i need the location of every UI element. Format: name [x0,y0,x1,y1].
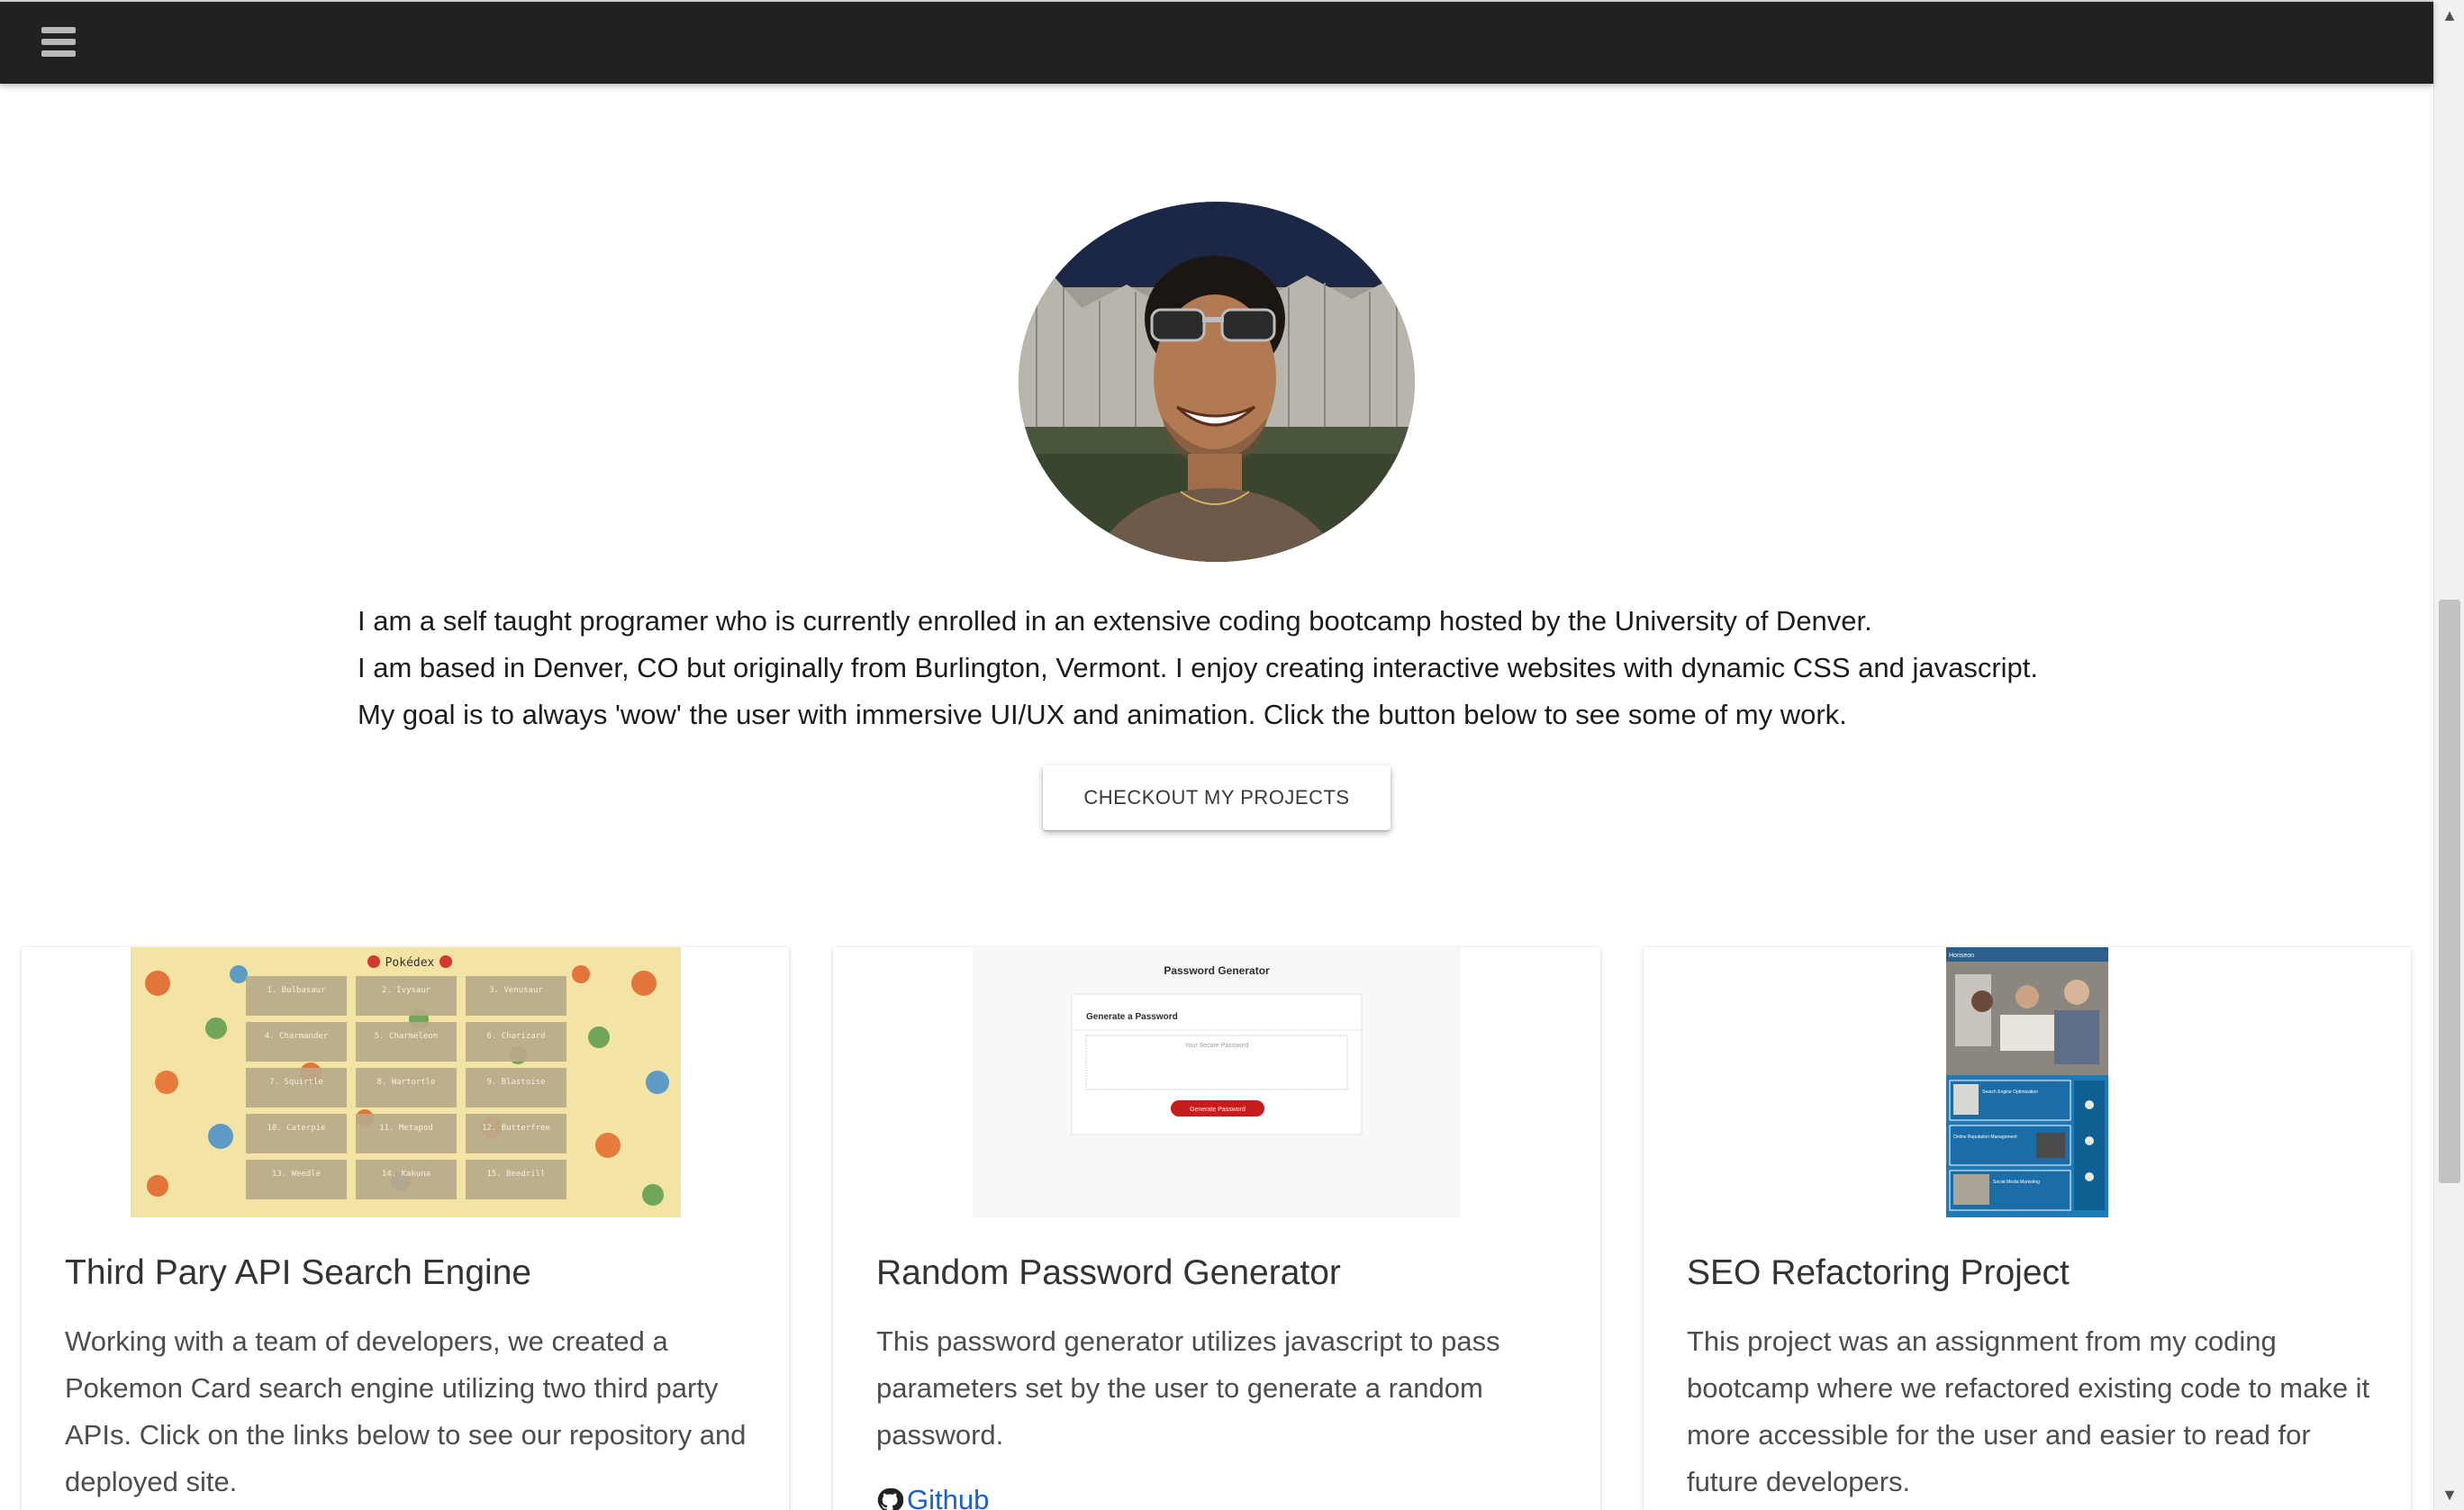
pg-button: Generate Password [1190,1107,1246,1113]
pokemon-card [246,1068,347,1108]
pokemon-card [246,1022,347,1062]
pokedex-header: Pokédex [385,956,435,970]
bio-line-2: I am based in Denver, CO but originally … [358,652,2039,683]
pokemon-card-label: 15. Beedrill [486,1170,545,1179]
pokemon-card-label: 14. Kakuna [382,1170,430,1179]
pokemon-card-label: 4. Charmander [265,1032,329,1041]
pokemon-card-label: 8. Wartortle [376,1078,435,1087]
pokemon-card [356,1068,457,1108]
github-icon [877,1487,903,1510]
github-link-label: Github [907,1484,990,1510]
seo-project-screenshot[interactable]: Horiseon Search Engine Optimization Onli… [1946,947,2108,1217]
pokemon-card [466,1022,566,1062]
pg-subheading: Generate a Password [1086,1012,1178,1022]
pokemon-card [466,1068,566,1108]
profile-avatar [1019,202,1415,562]
pokemon-card-label: 9. Blastoise [486,1078,545,1087]
project-title: Random Password Generator [876,1253,1341,1292]
bio-text: I am a self taught programer who is curr… [358,598,2159,738]
pg-placeholder: Your Secure Password [1185,1043,1249,1049]
pokemon-card-label: 3. Venusaur [489,986,543,995]
pg-heading: Password Generator [1164,964,1270,977]
pokemon-card-label: 7. Squirtle [269,1078,323,1087]
bio-line-1: I am a self taught programer who is curr… [358,605,1872,637]
checkout-projects-button[interactable]: CHECKOUT MY PROJECTS [1043,765,1391,830]
github-link[interactable]: Github [876,1484,989,1510]
pokemon-card-label: 5. Charmeleon [375,1032,438,1041]
scroll-down-arrow-icon[interactable]: ▼ [2434,1479,2464,1510]
pokemon-card [246,976,347,1016]
pokedex-screenshot[interactable]: Pokédex 1. Bulbasaur 2. Ivysaur 3. Venusau… [131,947,681,1217]
pokemon-card [466,1160,566,1199]
password-generator-screenshot[interactable]: Password Generator Generate a Password Y… [973,947,1461,1217]
bio-line-3: My goal is to always 'wow' the user with… [358,699,1847,730]
pokemon-card [356,976,457,1016]
pokemon-card-label: 12. Butterfree [482,1124,550,1133]
project-title: Third Pary API Search Engine [65,1253,532,1292]
pokemon-card [356,1114,457,1153]
pokemon-card [356,1160,457,1199]
pokemon-card [246,1114,347,1153]
pokemon-card-label: 1. Bulbasaur [267,986,326,995]
seo-section-1: Search Engine Optimization [1982,1090,2038,1095]
hamburger-menu-icon[interactable] [41,27,76,59]
project-title: SEO Refactoring Project [1687,1253,2070,1292]
project-description: Working with a team of developers, we cr… [65,1325,747,1497]
seo-section-3: Social Media Marketing [1993,1180,2040,1185]
pokemon-card [356,1022,457,1062]
project-card-api-search: Pokédex 1. Bulbasaur 2. Ivysaur 3. Venusau… [22,947,789,1510]
top-navbar [0,0,2433,84]
pokemon-card [466,1114,566,1153]
pokemon-card-label: 2. Ivysaur [382,986,431,995]
project-card-password-generator: Password Generator Generate a Password Y… [833,947,1600,1510]
seo-brand: Horiseon [1949,953,1974,959]
scroll-up-arrow-icon[interactable]: ▲ [2434,0,2464,31]
pokemon-card [466,976,566,1016]
project-description: This project was an assignment from my c… [1687,1325,2370,1497]
seo-section-2: Online Reputation Management [1953,1135,2017,1140]
pokemon-card-label: 13. Weedle [272,1170,321,1179]
scrollbar-thumb[interactable] [2439,600,2460,1183]
pokemon-card [246,1160,347,1199]
project-card-seo-refactor: Horiseon Search Engine Optimization Onli… [1644,947,2411,1510]
pokemon-card-label: 10. Caterpie [267,1124,325,1133]
pokemon-card-label: 11. Metapod [379,1124,433,1133]
project-description: This password generator utilizes javascr… [876,1325,1500,1451]
portfolio-page: ▲ ▼ I am a self taught programer who is … [0,0,2464,1510]
vertical-scrollbar[interactable]: ▲ ▼ [2433,0,2464,1510]
pokemon-card-label: 6. Charizard [486,1032,545,1041]
